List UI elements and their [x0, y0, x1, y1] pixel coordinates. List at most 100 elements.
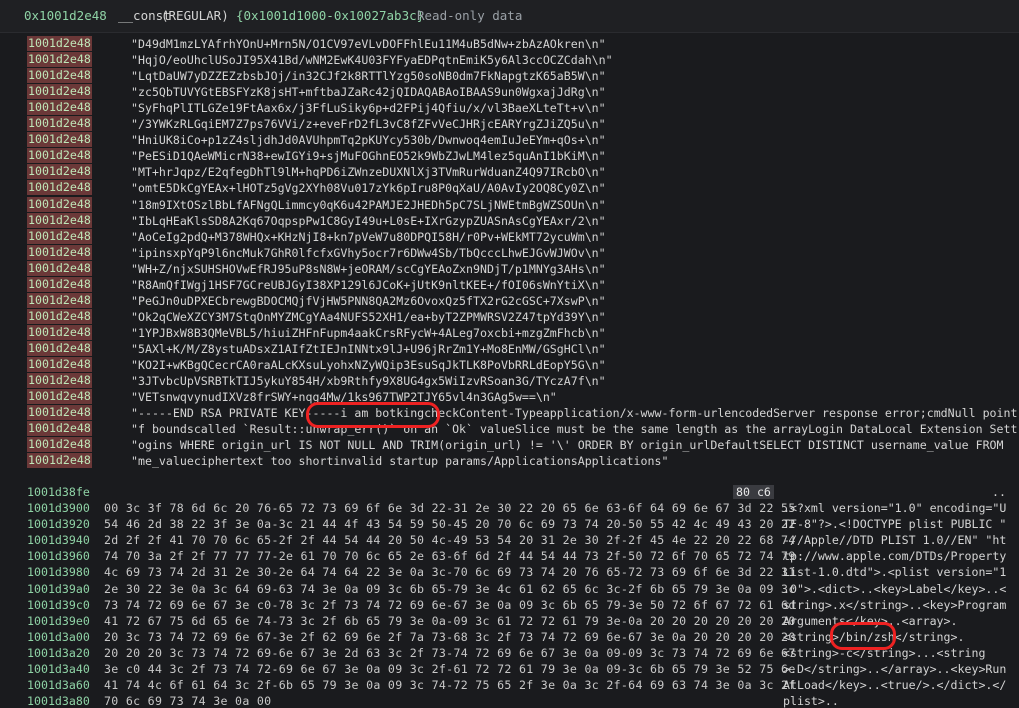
string-literal: "LqtDaUW7yDZZEZzbsbJOj/in32CJf2k8RTTlYzg…: [131, 69, 606, 84]
string-row: 1001d2e48 "me_valueciphertext too shortin…: [0, 453, 1019, 469]
hex-row: 1001d3a20 20 20 20 3c 73 74 72 69-6e 67 3…: [0, 645, 1019, 661]
string-literal: "AoCeIg2pdQ+M378WHQx+KHzNjI8+kn7pVeW7u80…: [131, 229, 606, 244]
string-literal: "3JTvbcUpVSRBTkTIJ5ykuY854H/xb9Rthfy9X8U…: [131, 374, 606, 389]
string-literal: "PeGJn0uDPXECbrewgBDOCMQjfVjHW5PNN8QA2Mz…: [131, 293, 606, 308]
string-row-address[interactable]: 1001d2e48: [27, 36, 92, 51]
hex-row-address[interactable]: 1001d3a40: [27, 661, 90, 677]
string-row-address[interactable]: 1001d2e48: [27, 100, 92, 116]
string-row: 1001d2e48 "AoCeIg2pdQ+M378WHQx+KHzNjI8+kn…: [0, 228, 1019, 245]
string-literal: "-----END RSA PRIVATE KEY-----i am botki…: [131, 406, 1018, 421]
string-row-address[interactable]: 1001d2e48: [27, 116, 92, 132]
string-row: 1001d2e48 "PeESiD1QAeWMicrN38+ewIGYi9+sjM…: [0, 148, 1019, 164]
string-row: 1001d2e48 "3JTvbcUpVSRBTkTIJ5ykuY854H/xb9…: [0, 373, 1019, 389]
string-row-address[interactable]: 1001d2e48: [27, 437, 92, 453]
string-literal: "f boundscalled `Result::unwrap_err()` o…: [131, 422, 1018, 437]
hex-row-bytes: 00 3c 3f 78 6d 6c 20 76-65 72 73 69 6f 6…: [104, 501, 796, 515]
hex-row: 1001d3a60 41 74 4c 6f 61 64 3c 2f-6b 65 7…: [0, 677, 1019, 693]
string-literal: "WH+Z/njxSUHSHOVwEfRJ95uP8sN8W+jeORAM/sc…: [131, 261, 606, 276]
string-row: 1001d2e48 "R8AmQfIWgj1HSF7GCreUBJGyI38XP1…: [0, 276, 1019, 293]
section-range[interactable]: {0x1001d1000-0x10027ab3c}: [236, 0, 424, 32]
section-type: (REGULAR): [161, 8, 229, 23]
string-row: 1001d2e48 "D49dM1mzLYAfrhYOnU+Mrn5N/O1CV9…: [0, 36, 1019, 52]
hex-row-bytes: 73 74 72 69 6e 67 3e c0-78 3c 2f 73 74 7…: [104, 597, 796, 612]
string-row-address[interactable]: 1001d2e48: [27, 84, 92, 100]
string-literal: "Ok2qCWeXZCY3M7StqOnMYZMCgYAa4NUFS52XH1/…: [131, 309, 606, 324]
string-literal: "HqjO/eoUhclUSoJI95X41Bd/wNM2EwK4U03FYFy…: [131, 53, 613, 68]
hex-row-ascii: .<?xml version="1.0" encoding="U: [783, 501, 1007, 515]
string-row-address[interactable]: 1001d2e48: [27, 228, 92, 244]
hex-row-ascii: .0">.<dict>..<key>Label</key>..<: [783, 581, 1007, 596]
string-row-address[interactable]: 1001d2e48: [27, 389, 92, 405]
string-literal: "/3YWKzRLGqiEM7Z7ps76VVi/z+eveFrD2fL3vC8…: [131, 117, 606, 132]
hex-row-address[interactable]: 1001d3920: [27, 516, 90, 532]
string-row-address[interactable]: 1001d2e48: [27, 340, 92, 356]
string-row-address[interactable]: 1001d2e48: [27, 308, 92, 324]
hex-row-ascii: -//Apple//DTD PLIST 1.0//EN" "ht: [783, 533, 1007, 548]
string-literal: "zc5QbTUVYGtEBSFYzK8jsHT+mftbaJZaRc42jQI…: [131, 85, 606, 100]
hex-row: 1001d3940 2d 2f 2f 41 70 70 6c 65-2f 2f 4…: [0, 532, 1019, 548]
disassembler-view: 0x1001d2e48 __const (REGULAR) {0x1001d10…: [0, 0, 1019, 708]
string-literal: "omtE5DkCgYEAx+lHOTz5gVg2XYh08Vu017zYk6p…: [131, 181, 606, 196]
hex-row-bytes: 2e 30 22 3e 0a 3c 64 69-63 74 3e 0a 09 3…: [104, 581, 796, 596]
string-literal: "VETsnwqvynudIXVz8frSWY+nqg4Mw/1ks967TWP…: [131, 390, 557, 405]
hex-row-ascii: >.D</string>..</array>..<key>Run: [783, 662, 1007, 676]
hex-row-ascii: string>.x</string>..<key>Program: [783, 597, 1007, 612]
hex-row: 1001d3960 74 70 3a 2f 2f 77 77 77-2e 61 7…: [0, 548, 1019, 564]
string-row-address[interactable]: 1001d2e48: [27, 52, 92, 68]
string-row-address[interactable]: 1001d2e48: [27, 180, 92, 196]
string-row-address[interactable]: 1001d2e48: [27, 132, 92, 148]
hex-row: 1001d3920 54 46 2d 38 22 3f 3e 0a-3c 21 4…: [0, 516, 1019, 532]
hex-row-address[interactable]: 1001d39a0: [27, 581, 90, 597]
string-literal: "SyFhqPlITLGZe19FtAax6x/j3FfLuSiky6p+d2F…: [131, 101, 606, 116]
string-row-address[interactable]: 1001d2e48: [27, 373, 92, 389]
hex-row-address[interactable]: 1001d39e0: [27, 613, 90, 629]
hex-row: 1001d3a80 70 6c 69 73 74 3e 0a 00 plist>..: [0, 693, 1019, 708]
hex-row-bytes: 20 3c 73 74 72 69 6e 67-3e 2f 62 69 6e 2…: [104, 629, 796, 644]
hex-row-address[interactable]: 1001d38fe: [27, 484, 90, 500]
hex-row: 1001d3900 00 3c 3f 78 6d 6c 20 76-65 72 7…: [0, 500, 1019, 516]
string-row-address[interactable]: 1001d2e48: [27, 421, 92, 437]
hex-row-address[interactable]: 1001d3a60: [27, 677, 90, 693]
string-row-address[interactable]: 1001d2e48: [27, 68, 92, 84]
string-row-address[interactable]: 1001d2e48: [27, 324, 92, 340]
hex-row-ascii: tp://www.apple.com/DTDs/Property: [783, 549, 1007, 564]
hex-row-ascii: <string>-c</string>...<string: [783, 645, 986, 660]
section-address[interactable]: 0x1001d2e48: [24, 0, 107, 32]
string-row-address[interactable]: 1001d2e48: [27, 276, 92, 292]
hex-row-bytes: 41 72 67 75 6d 65 6e 74-73 3c 2f 6b 65 7…: [104, 613, 796, 628]
string-row: 1001d2e48 "ogins WHERE origin_url IS NOT …: [0, 437, 1019, 453]
hex-row-address[interactable]: 1001d3940: [27, 532, 90, 548]
string-row: 1001d2e48 "-----END RSA PRIVATE KEY-----i…: [0, 405, 1019, 421]
string-literal: "MT+hrJqpz/E2qfegDhTl9lM+hqPD6iZWnzeDUXN…: [131, 165, 606, 180]
string-row-address[interactable]: 1001d2e48: [27, 292, 92, 308]
hex-row-address[interactable]: 1001d3900: [27, 500, 90, 516]
hex-row-address[interactable]: 1001d3a80: [27, 693, 90, 708]
hex-row-address[interactable]: 1001d39c0: [27, 597, 90, 613]
string-row-address[interactable]: 1001d2e48: [27, 453, 92, 469]
hex-row-ascii: TF-8"?>.<!DOCTYPE plist PUBLIC ": [783, 517, 1007, 532]
string-literal: "KO2I+wKBgQCecrCA0raALcKXsuLyohxNZyWQip3…: [131, 358, 606, 372]
string-row-address[interactable]: 1001d2e48: [27, 148, 92, 164]
hex-row: 1001d39a0 2e 30 22 3e 0a 3c 64 69-63 74 3…: [0, 581, 1019, 597]
hex-row-ascii: List-1.0.dtd">.<plist version="1: [783, 565, 1007, 580]
string-row-address[interactable]: 1001d2e48: [27, 260, 92, 276]
string-row-address[interactable]: 1001d2e48: [27, 212, 92, 228]
hex-row: 1001d39e0 41 72 67 75 6d 65 6e 74-73 3c 2…: [0, 613, 1019, 629]
string-row: 1001d2e48 "ipinsxpYqP9l6ncMuk7GhR0lfcfxGV…: [0, 244, 1019, 261]
string-row-address[interactable]: 1001d2e48: [27, 357, 92, 372]
hex-row-address[interactable]: 1001d3960: [27, 548, 90, 564]
string-row-address[interactable]: 1001d2e48: [27, 405, 92, 421]
hex-row: 1001d3980 4c 69 73 74 2d 31 2e 30-2e 64 7…: [0, 564, 1019, 580]
hex-row-bytes: 54 46 2d 38 22 3f 3e 0a-3c 21 44 4f 43 5…: [104, 517, 796, 532]
hex-row: 1001d39c0 73 74 72 69 6e 67 3e c0-78 3c 2…: [0, 597, 1019, 613]
string-row-address[interactable]: 1001d2e48: [27, 244, 92, 260]
hex-row-address[interactable]: 1001d3a00: [27, 629, 90, 645]
string-row-address[interactable]: 1001d2e48: [27, 164, 92, 180]
string-literal: "IbLqHEaKlsSD8A2Kq67OqpspPw1C8GyI49u+L0s…: [131, 213, 606, 228]
string-row: 1001d2e48 "HniUK8iCo+p1zZ4sljdhJd0AVUhpmT…: [0, 132, 1019, 148]
hex-row-address[interactable]: 1001d3980: [27, 564, 90, 580]
string-row-address[interactable]: 1001d2e48: [27, 196, 92, 212]
string-literal: "me_valueciphertext too shortinvalid sta…: [131, 454, 669, 469]
hex-row-address[interactable]: 1001d3a20: [27, 645, 90, 661]
section-description: Read-only data: [417, 8, 523, 23]
